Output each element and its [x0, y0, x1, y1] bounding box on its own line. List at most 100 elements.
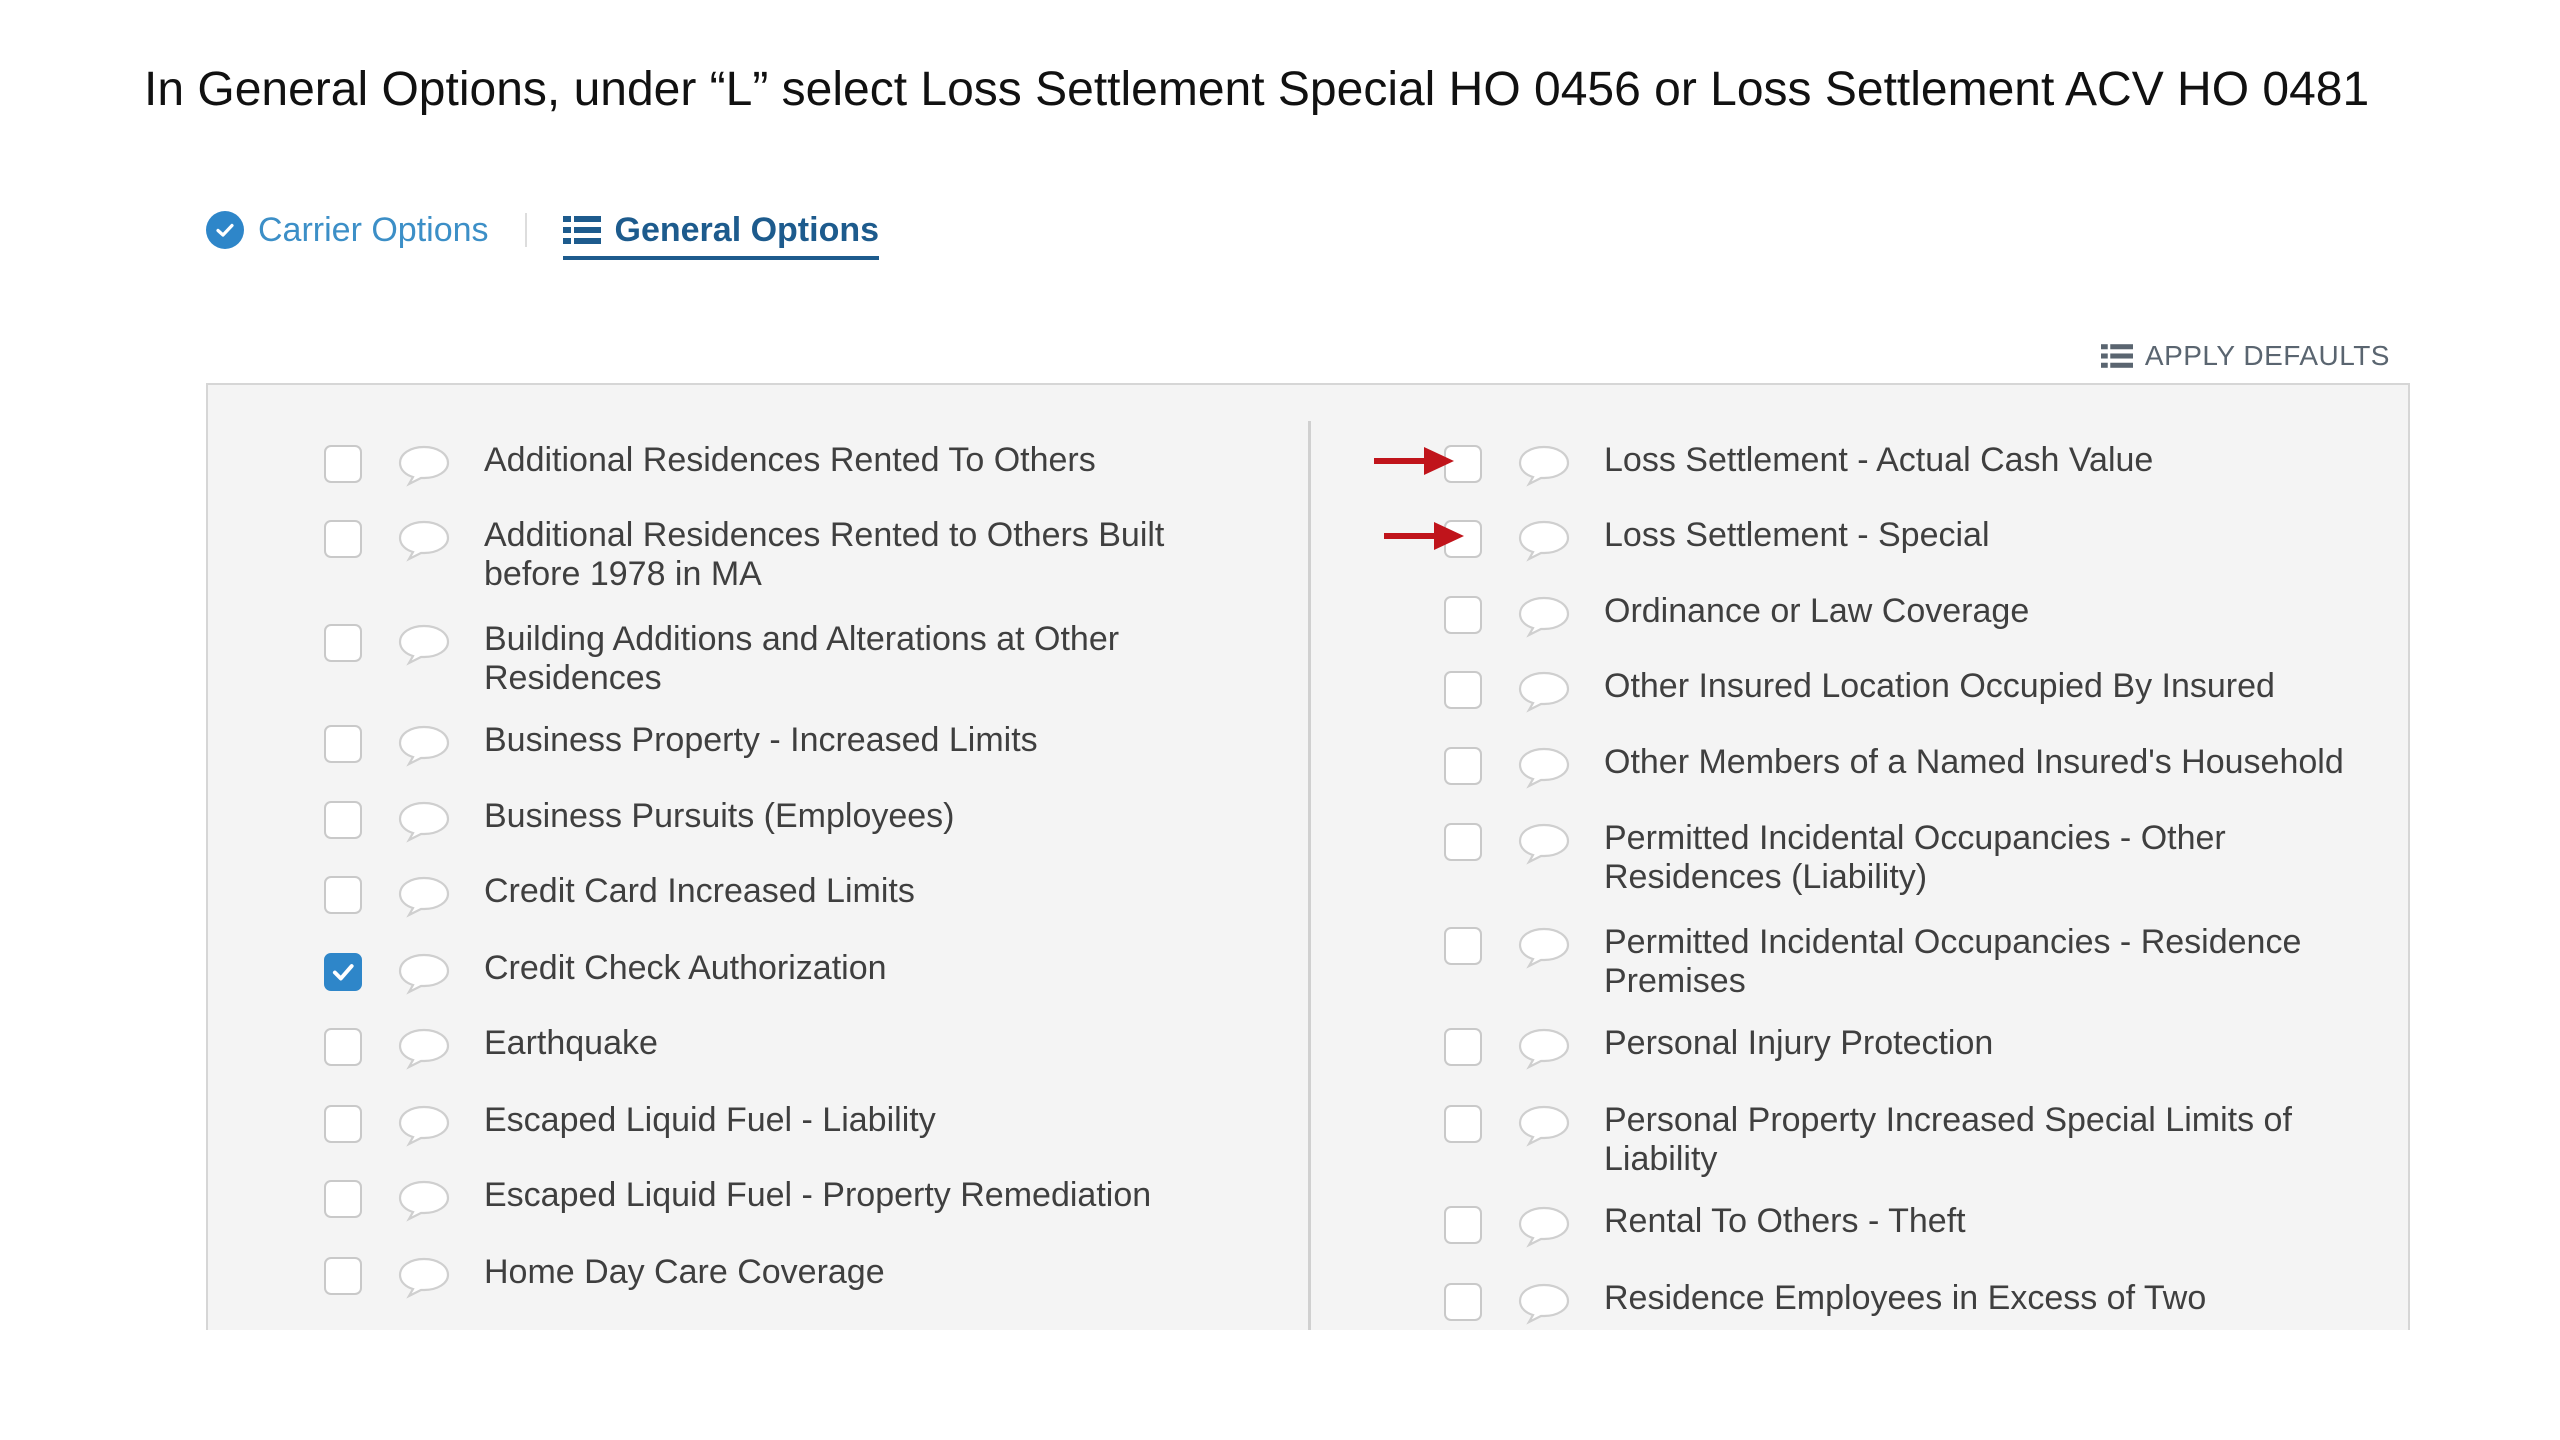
option-checkbox[interactable] — [324, 1105, 362, 1143]
option-row: Building Additions and Alterations at Ot… — [324, 620, 1254, 698]
apply-defaults-label: APPLY DEFAULTS — [2144, 340, 2390, 371]
comment-icon[interactable] — [396, 874, 452, 918]
option-checkbox[interactable] — [1444, 747, 1482, 785]
tab-carrier-options[interactable]: Carrier Options — [206, 211, 489, 250]
comment-icon[interactable] — [396, 443, 452, 487]
option-row: Loss Settlement - Special — [1384, 516, 2404, 562]
option-checkbox[interactable] — [1444, 671, 1482, 709]
option-row: Loss Settlement - Actual Cash Value — [1374, 441, 2404, 487]
column-divider — [1308, 421, 1311, 1330]
comment-icon[interactable] — [1516, 1103, 1572, 1147]
option-label: Business Property - Increased Limits — [484, 721, 1038, 759]
option-label: Permitted Incidental Occupancies - Resid… — [1604, 923, 2302, 1000]
comment-icon[interactable] — [1516, 669, 1572, 713]
option-row: Other Insured Location Occupied By Insur… — [1444, 667, 2404, 713]
instruction-heading: In General Options, under “L” select Los… — [144, 63, 2370, 116]
option-row: Permitted Incidental Occupancies - Other… — [1444, 819, 2404, 897]
options-tabs: Carrier Options General Options — [206, 200, 880, 260]
option-checkbox[interactable] — [1444, 1105, 1482, 1143]
option-label: Building Additions and Alterations at Ot… — [484, 620, 1120, 697]
comment-icon[interactable] — [1516, 443, 1572, 487]
tab-carrier-label: Carrier Options — [258, 210, 489, 249]
option-row: Rental To Others - Theft — [1444, 1202, 2404, 1248]
options-panel: Additional Residences Rented To Others Ad… — [206, 383, 2410, 1330]
option-label: Loss Settlement - Special — [1604, 516, 1990, 554]
option-label: Business Pursuits (Employees) — [484, 797, 955, 835]
slide: In General Options, under “L” select Los… — [0, 0, 2560, 1440]
comment-icon[interactable] — [396, 951, 452, 995]
tab-separator — [524, 213, 527, 247]
option-checkbox[interactable] — [324, 876, 362, 914]
option-label: Escaped Liquid Fuel - Liability — [484, 1101, 936, 1139]
option-checkbox[interactable] — [324, 1257, 362, 1295]
comment-icon[interactable] — [396, 799, 452, 843]
option-row: Permitted Incidental Occupancies - Resid… — [1444, 923, 2404, 1001]
option-checkbox[interactable] — [324, 953, 362, 991]
option-checkbox[interactable] — [1444, 1028, 1482, 1066]
comment-icon[interactable] — [1516, 925, 1572, 969]
option-label: Credit Check Authorization — [484, 949, 887, 987]
option-row: Home Day Care Coverage — [324, 1253, 1254, 1299]
option-row: Additional Residences Rented to Others B… — [324, 516, 1254, 594]
option-label: Additional Residences Rented To Others — [484, 441, 1096, 479]
option-label: Residence Employees in Excess of Two — [1604, 1279, 2207, 1317]
option-row: Ordinance or Law Coverage — [1444, 592, 2404, 638]
option-checkbox[interactable] — [1444, 1206, 1482, 1244]
option-row: Earthquake — [324, 1024, 1254, 1070]
option-row: Other Members of a Named Insured's House… — [1444, 743, 2404, 789]
option-checkbox[interactable] — [324, 624, 362, 662]
option-label: Escaped Liquid Fuel - Property Remediati… — [484, 1176, 1152, 1214]
option-checkbox[interactable] — [324, 520, 362, 558]
option-label: Ordinance or Law Coverage — [1604, 592, 2030, 630]
tab-general-options[interactable]: General Options — [562, 210, 880, 260]
option-label: Permitted Incidental Occupancies - Other… — [1604, 819, 2226, 896]
option-row: Residence Employees in Excess of Two — [1444, 1279, 2404, 1325]
option-label: Credit Card Increased Limits — [484, 872, 915, 910]
comment-icon[interactable] — [396, 723, 452, 767]
option-row: Credit Card Increased Limits — [324, 872, 1254, 918]
option-label: Other Insured Location Occupied By Insur… — [1604, 667, 2275, 705]
list-icon — [562, 215, 601, 245]
option-checkbox[interactable] — [324, 445, 362, 483]
comment-icon[interactable] — [1516, 594, 1572, 638]
option-label: Other Members of a Named Insured's House… — [1604, 743, 2344, 781]
option-label: Earthquake — [484, 1024, 658, 1062]
option-checkbox[interactable] — [324, 725, 362, 763]
list-icon — [2100, 343, 2133, 369]
option-row: Escaped Liquid Fuel - Liability — [324, 1101, 1254, 1147]
comment-icon[interactable] — [1516, 821, 1572, 865]
tab-general-label: General Options — [614, 210, 880, 249]
option-label: Personal Injury Protection — [1604, 1024, 1994, 1062]
option-label: Additional Residences Rented to Others B… — [484, 516, 1165, 593]
option-checkbox[interactable] — [1444, 823, 1482, 861]
option-label: Personal Property Increased Special Limi… — [1604, 1101, 2292, 1178]
option-checkbox[interactable] — [1444, 927, 1482, 965]
comment-icon[interactable] — [1516, 1026, 1572, 1070]
option-row: Business Property - Increased Limits — [324, 721, 1254, 767]
option-checkbox[interactable] — [1444, 596, 1482, 634]
check-circle-icon — [206, 211, 244, 249]
comment-icon[interactable] — [396, 1178, 452, 1222]
apply-defaults-button[interactable]: APPLY DEFAULTS — [2100, 340, 2390, 372]
option-checkbox[interactable] — [1444, 1283, 1482, 1321]
comment-icon[interactable] — [1516, 1204, 1572, 1248]
comment-icon[interactable] — [1516, 1281, 1572, 1325]
option-row: Escaped Liquid Fuel - Property Remediati… — [324, 1176, 1254, 1222]
comment-icon[interactable] — [396, 518, 452, 562]
comment-icon[interactable] — [396, 1255, 452, 1299]
option-label: Rental To Others - Theft — [1604, 1202, 1966, 1240]
comment-icon[interactable] — [396, 1026, 452, 1070]
option-row: Credit Check Authorization — [324, 949, 1254, 995]
option-row: Personal Injury Protection — [1444, 1024, 2404, 1070]
comment-icon[interactable] — [1516, 745, 1572, 789]
option-row: Additional Residences Rented To Others — [324, 441, 1254, 487]
option-checkbox[interactable] — [324, 1028, 362, 1066]
option-label: Home Day Care Coverage — [484, 1253, 885, 1291]
comment-icon[interactable] — [1516, 518, 1572, 562]
checkmark-icon — [332, 964, 354, 981]
option-label: Loss Settlement - Actual Cash Value — [1604, 441, 2154, 479]
option-checkbox[interactable] — [324, 1180, 362, 1218]
comment-icon[interactable] — [396, 622, 452, 666]
option-checkbox[interactable] — [324, 801, 362, 839]
comment-icon[interactable] — [396, 1103, 452, 1147]
